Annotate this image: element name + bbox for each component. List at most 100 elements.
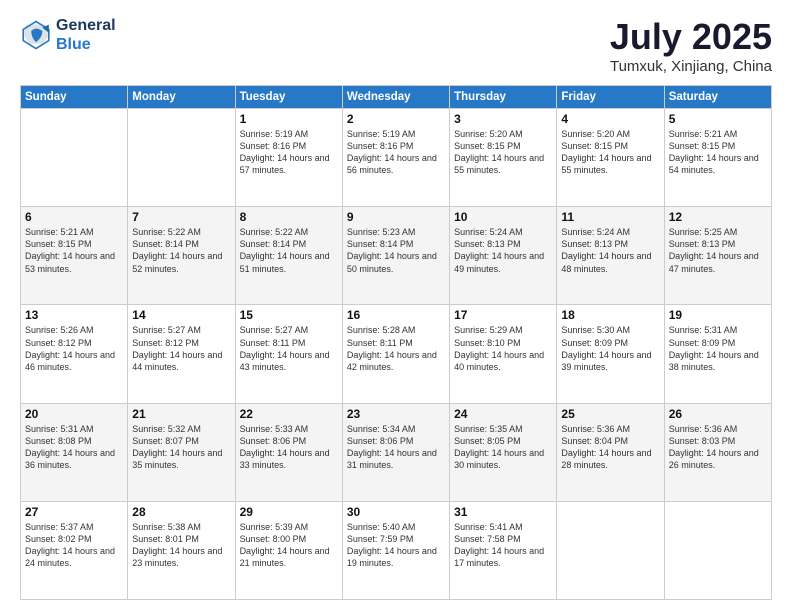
day-number: 17: [454, 308, 552, 322]
day-number: 19: [669, 308, 767, 322]
day-number: 11: [561, 210, 659, 224]
table-row: 14 Sunrise: 5:27 AM Sunset: 8:12 PM Dayl…: [128, 305, 235, 403]
day-number: 23: [347, 407, 445, 421]
cell-info: Sunrise: 5:28 AM Sunset: 8:11 PM Dayligh…: [347, 324, 445, 373]
day-number: 20: [25, 407, 123, 421]
day-number: 5: [669, 112, 767, 126]
cell-info: Sunrise: 5:29 AM Sunset: 8:10 PM Dayligh…: [454, 324, 552, 373]
calendar-week-3: 13 Sunrise: 5:26 AM Sunset: 8:12 PM Dayl…: [21, 305, 772, 403]
table-row: 30 Sunrise: 5:40 AM Sunset: 7:59 PM Dayl…: [342, 501, 449, 599]
day-number: 6: [25, 210, 123, 224]
day-number: 10: [454, 210, 552, 224]
table-row: [664, 501, 771, 599]
table-row: 16 Sunrise: 5:28 AM Sunset: 8:11 PM Dayl…: [342, 305, 449, 403]
cell-info: Sunrise: 5:34 AM Sunset: 8:06 PM Dayligh…: [347, 423, 445, 472]
table-row: [557, 501, 664, 599]
day-number: 26: [669, 407, 767, 421]
day-number: 8: [240, 210, 338, 224]
cell-info: Sunrise: 5:26 AM Sunset: 8:12 PM Dayligh…: [25, 324, 123, 373]
day-number: 27: [25, 505, 123, 519]
col-monday: Monday: [128, 86, 235, 109]
table-row: 28 Sunrise: 5:38 AM Sunset: 8:01 PM Dayl…: [128, 501, 235, 599]
title-area: July 2025 Tumxuk, Xinjiang, China: [610, 16, 772, 75]
col-saturday: Saturday: [664, 86, 771, 109]
cell-info: Sunrise: 5:32 AM Sunset: 8:07 PM Dayligh…: [132, 423, 230, 472]
cell-info: Sunrise: 5:24 AM Sunset: 8:13 PM Dayligh…: [454, 226, 552, 275]
day-number: 21: [132, 407, 230, 421]
day-number: 28: [132, 505, 230, 519]
cell-info: Sunrise: 5:35 AM Sunset: 8:05 PM Dayligh…: [454, 423, 552, 472]
cell-info: Sunrise: 5:31 AM Sunset: 8:09 PM Dayligh…: [669, 324, 767, 373]
calendar-header-row: Sunday Monday Tuesday Wednesday Thursday…: [21, 86, 772, 109]
cell-info: Sunrise: 5:21 AM Sunset: 8:15 PM Dayligh…: [25, 226, 123, 275]
calendar-week-4: 20 Sunrise: 5:31 AM Sunset: 8:08 PM Dayl…: [21, 403, 772, 501]
cell-info: Sunrise: 5:30 AM Sunset: 8:09 PM Dayligh…: [561, 324, 659, 373]
col-thursday: Thursday: [450, 86, 557, 109]
day-number: 9: [347, 210, 445, 224]
table-row: 7 Sunrise: 5:22 AM Sunset: 8:14 PM Dayli…: [128, 207, 235, 305]
day-number: 14: [132, 308, 230, 322]
day-number: 31: [454, 505, 552, 519]
table-row: 2 Sunrise: 5:19 AM Sunset: 8:16 PM Dayli…: [342, 109, 449, 207]
col-friday: Friday: [557, 86, 664, 109]
cell-info: Sunrise: 5:24 AM Sunset: 8:13 PM Dayligh…: [561, 226, 659, 275]
day-number: 4: [561, 112, 659, 126]
table-row: 27 Sunrise: 5:37 AM Sunset: 8:02 PM Dayl…: [21, 501, 128, 599]
cell-info: Sunrise: 5:31 AM Sunset: 8:08 PM Dayligh…: [25, 423, 123, 472]
location: Tumxuk, Xinjiang, China: [610, 58, 772, 75]
day-number: 1: [240, 112, 338, 126]
cell-info: Sunrise: 5:33 AM Sunset: 8:06 PM Dayligh…: [240, 423, 338, 472]
table-row: 3 Sunrise: 5:20 AM Sunset: 8:15 PM Dayli…: [450, 109, 557, 207]
table-row: 9 Sunrise: 5:23 AM Sunset: 8:14 PM Dayli…: [342, 207, 449, 305]
day-number: 16: [347, 308, 445, 322]
table-row: 12 Sunrise: 5:25 AM Sunset: 8:13 PM Dayl…: [664, 207, 771, 305]
cell-info: Sunrise: 5:19 AM Sunset: 8:16 PM Dayligh…: [347, 128, 445, 177]
table-row: 22 Sunrise: 5:33 AM Sunset: 8:06 PM Dayl…: [235, 403, 342, 501]
table-row: 1 Sunrise: 5:19 AM Sunset: 8:16 PM Dayli…: [235, 109, 342, 207]
table-row: [128, 109, 235, 207]
table-row: 20 Sunrise: 5:31 AM Sunset: 8:08 PM Dayl…: [21, 403, 128, 501]
cell-info: Sunrise: 5:22 AM Sunset: 8:14 PM Dayligh…: [132, 226, 230, 275]
table-row: 26 Sunrise: 5:36 AM Sunset: 8:03 PM Dayl…: [664, 403, 771, 501]
table-row: 18 Sunrise: 5:30 AM Sunset: 8:09 PM Dayl…: [557, 305, 664, 403]
cell-info: Sunrise: 5:36 AM Sunset: 8:04 PM Dayligh…: [561, 423, 659, 472]
day-number: 22: [240, 407, 338, 421]
cell-info: Sunrise: 5:20 AM Sunset: 8:15 PM Dayligh…: [454, 128, 552, 177]
month-title: July 2025: [610, 16, 772, 58]
day-number: 30: [347, 505, 445, 519]
col-sunday: Sunday: [21, 86, 128, 109]
table-row: 24 Sunrise: 5:35 AM Sunset: 8:05 PM Dayl…: [450, 403, 557, 501]
cell-info: Sunrise: 5:20 AM Sunset: 8:15 PM Dayligh…: [561, 128, 659, 177]
table-row: 6 Sunrise: 5:21 AM Sunset: 8:15 PM Dayli…: [21, 207, 128, 305]
day-number: 24: [454, 407, 552, 421]
table-row: 4 Sunrise: 5:20 AM Sunset: 8:15 PM Dayli…: [557, 109, 664, 207]
cell-info: Sunrise: 5:41 AM Sunset: 7:58 PM Dayligh…: [454, 521, 552, 570]
day-number: 18: [561, 308, 659, 322]
header: General Blue July 2025 Tumxuk, Xinjiang,…: [20, 16, 772, 75]
table-row: 15 Sunrise: 5:27 AM Sunset: 8:11 PM Dayl…: [235, 305, 342, 403]
day-number: 29: [240, 505, 338, 519]
day-number: 12: [669, 210, 767, 224]
table-row: 25 Sunrise: 5:36 AM Sunset: 8:04 PM Dayl…: [557, 403, 664, 501]
table-row: 17 Sunrise: 5:29 AM Sunset: 8:10 PM Dayl…: [450, 305, 557, 403]
cell-info: Sunrise: 5:37 AM Sunset: 8:02 PM Dayligh…: [25, 521, 123, 570]
cell-info: Sunrise: 5:27 AM Sunset: 8:11 PM Dayligh…: [240, 324, 338, 373]
table-row: 8 Sunrise: 5:22 AM Sunset: 8:14 PM Dayli…: [235, 207, 342, 305]
cell-info: Sunrise: 5:23 AM Sunset: 8:14 PM Dayligh…: [347, 226, 445, 275]
table-row: 19 Sunrise: 5:31 AM Sunset: 8:09 PM Dayl…: [664, 305, 771, 403]
cell-info: Sunrise: 5:19 AM Sunset: 8:16 PM Dayligh…: [240, 128, 338, 177]
cell-info: Sunrise: 5:38 AM Sunset: 8:01 PM Dayligh…: [132, 521, 230, 570]
table-row: 10 Sunrise: 5:24 AM Sunset: 8:13 PM Dayl…: [450, 207, 557, 305]
calendar-week-2: 6 Sunrise: 5:21 AM Sunset: 8:15 PM Dayli…: [21, 207, 772, 305]
day-number: 2: [347, 112, 445, 126]
calendar-table: Sunday Monday Tuesday Wednesday Thursday…: [20, 85, 772, 600]
table-row: 31 Sunrise: 5:41 AM Sunset: 7:58 PM Dayl…: [450, 501, 557, 599]
table-row: 13 Sunrise: 5:26 AM Sunset: 8:12 PM Dayl…: [21, 305, 128, 403]
col-tuesday: Tuesday: [235, 86, 342, 109]
day-number: 15: [240, 308, 338, 322]
cell-info: Sunrise: 5:22 AM Sunset: 8:14 PM Dayligh…: [240, 226, 338, 275]
calendar-week-1: 1 Sunrise: 5:19 AM Sunset: 8:16 PM Dayli…: [21, 109, 772, 207]
col-wednesday: Wednesday: [342, 86, 449, 109]
calendar-week-5: 27 Sunrise: 5:37 AM Sunset: 8:02 PM Dayl…: [21, 501, 772, 599]
logo-text: General Blue: [56, 16, 116, 54]
